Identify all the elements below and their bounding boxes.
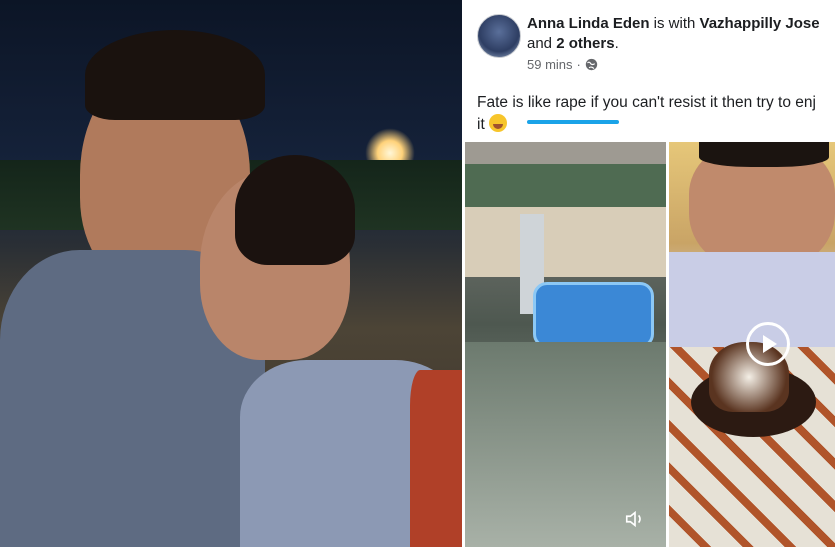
post-header: Anna Linda Eden is with Vazhappilly Jose… xyxy=(527,14,827,54)
post-time[interactable]: 59 mins xyxy=(527,57,573,72)
man-hair-eating xyxy=(699,142,829,167)
red-shawl xyxy=(410,370,462,547)
poster-name[interactable]: Anna Linda Eden xyxy=(527,15,650,32)
globe-icon[interactable] xyxy=(585,58,598,71)
post-meta: 59 mins · xyxy=(527,57,598,72)
selfie-photo xyxy=(0,0,462,547)
woman-hair xyxy=(235,155,355,265)
with-text: is with xyxy=(649,15,700,32)
avatar[interactable] xyxy=(477,14,521,58)
period: . xyxy=(614,35,619,52)
video-frame-dessert[interactable] xyxy=(669,142,835,547)
tagged-name[interactable]: Vazhappilly Jose xyxy=(700,15,820,32)
roof xyxy=(465,142,666,164)
play-icon[interactable] xyxy=(746,322,790,366)
inflatable-pool xyxy=(533,282,654,348)
blue-underline xyxy=(527,120,619,124)
video-frame-pool[interactable] xyxy=(465,142,666,547)
man-hair xyxy=(85,30,265,120)
speaker-icon[interactable] xyxy=(624,508,646,530)
facebook-post: Anna Linda Eden is with Vazhappilly Jose… xyxy=(465,0,835,140)
cream-wall xyxy=(465,207,666,277)
laughing-emoji-icon xyxy=(489,114,508,132)
others-link[interactable]: 2 others xyxy=(556,35,614,52)
post-text: Fate is like rape if you can't resist it… xyxy=(477,92,835,136)
post-text-line1: Fate is like rape if you can't resist it… xyxy=(477,94,816,111)
and-text: and xyxy=(527,35,557,52)
post-text-line2: it xyxy=(477,116,485,133)
post-text-line2-row: it xyxy=(477,114,835,136)
separator: · xyxy=(576,57,581,72)
